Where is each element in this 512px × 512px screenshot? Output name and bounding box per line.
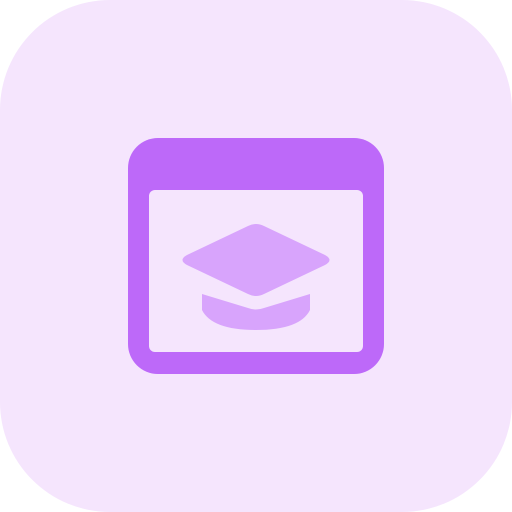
online-education-icon bbox=[128, 138, 384, 374]
